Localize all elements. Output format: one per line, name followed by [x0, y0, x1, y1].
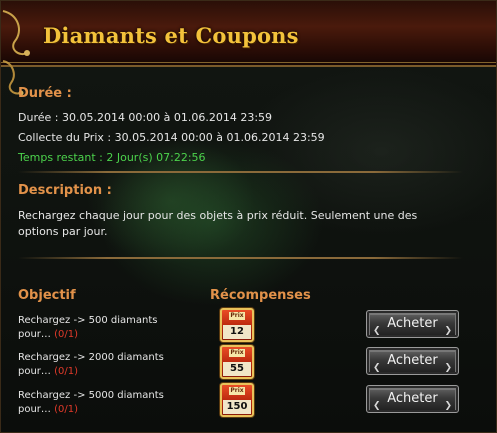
progress-counter: (0/1) — [54, 329, 79, 340]
chevron-left-icon: ❮ — [373, 401, 381, 411]
progress-counter: (0/1) — [54, 366, 79, 377]
coupon-label: Prix — [229, 349, 245, 357]
duration-dates: Durée : 30.05.2014 00:00 à 01.06.2014 23… — [18, 111, 273, 124]
chevron-right-icon: ❯ — [444, 363, 452, 373]
time-remaining: Temps restant : 2 Jour(s) 07:22:56 — [18, 151, 206, 164]
buy-button-label: Acheter — [387, 353, 438, 368]
coupon-label: Prix — [229, 312, 245, 320]
buy-button[interactable]: ❮ Acheter ❯ — [366, 310, 459, 338]
divider — [18, 171, 463, 173]
objective-text-cont: pour… — [18, 366, 51, 377]
progress-counter: (0/1) — [54, 404, 79, 415]
coupon-reward-icon[interactable]: Prix 150 — [220, 383, 254, 417]
chevron-left-icon: ❮ — [373, 326, 381, 336]
objective-text: Rechargez -> 5000 diamants — [18, 390, 164, 401]
description-text: Rechargez chaque jour pour des objets à … — [18, 209, 418, 238]
title-bar: Diamants et Coupons — [1, 1, 496, 96]
event-panel: Diamants et Coupons Durée : Durée : 30.0… — [0, 0, 497, 433]
rewards-column-header: Récompenses — [210, 288, 311, 303]
description-heading: Description : — [18, 183, 112, 198]
objective-row-2: Rechargez -> 2000 diamants pour… (0/1) — [18, 351, 178, 379]
coupon-label: Prix — [229, 387, 245, 395]
objective-row-1: Rechargez -> 500 diamants pour… (0/1) — [18, 314, 178, 342]
objective-text-cont: pour… — [18, 404, 51, 415]
objective-text: Rechargez -> 2000 diamants — [18, 352, 164, 363]
coupon-value: 12 — [223, 325, 251, 339]
objective-column-header: Objectif — [18, 288, 76, 303]
coupon-reward-icon[interactable]: Prix 55 — [220, 345, 254, 379]
buy-button-label: Acheter — [387, 391, 438, 406]
objective-text-cont: pour… — [18, 329, 51, 340]
window-title: Diamants et Coupons — [43, 23, 299, 48]
chevron-right-icon: ❯ — [444, 326, 452, 336]
duration-heading: Durée : — [18, 86, 72, 101]
buy-button[interactable]: ❮ Acheter ❯ — [366, 347, 459, 375]
buy-button[interactable]: ❮ Acheter ❯ — [366, 385, 459, 413]
chevron-left-icon: ❮ — [373, 363, 381, 373]
objective-text: Rechargez -> 500 diamants — [18, 315, 158, 326]
coupon-value: 55 — [223, 362, 251, 376]
prize-collection-dates: Collecte du Prix : 30.05.2014 00:00 à 01… — [18, 131, 325, 144]
objective-row-3: Rechargez -> 5000 diamants pour… (0/1) — [18, 389, 178, 417]
divider — [18, 257, 463, 259]
coupon-reward-icon[interactable]: Prix 12 — [220, 308, 254, 342]
coupon-value: 150 — [223, 400, 251, 414]
chevron-right-icon: ❯ — [444, 401, 452, 411]
buy-button-label: Acheter — [387, 316, 438, 331]
